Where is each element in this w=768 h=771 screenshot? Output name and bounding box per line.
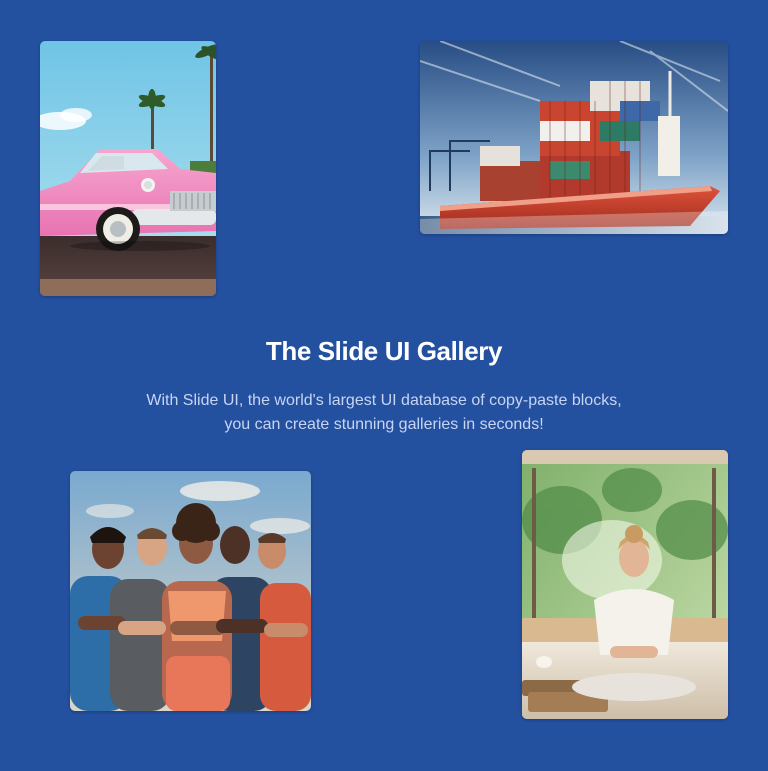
pink-vintage-car-photo — [40, 41, 216, 296]
gallery-description-line-1: With Slide UI, the world's largest UI da… — [146, 392, 622, 409]
gallery-title: The Slide UI Gallery — [265, 336, 503, 366]
gallery-description: With Slide UI, the world's largest UI da… — [114, 389, 654, 437]
gallery-description-line-2: you can create stunning galleries in sec… — [224, 416, 544, 433]
cargo-ship-photo — [420, 41, 728, 234]
athletes-group-photo — [70, 471, 311, 711]
gallery-section: The Slide UI Gallery With Slide UI, the … — [0, 0, 768, 771]
yoga-woman-photo — [522, 450, 728, 719]
